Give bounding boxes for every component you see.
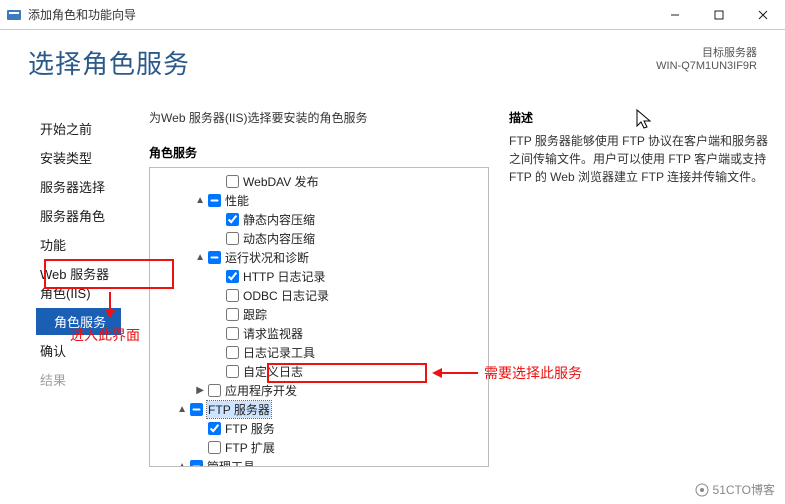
wizard-nav-item[interactable]: 功能 (36, 231, 121, 258)
target-server-block: 目标服务器 WIN-Q7M1UN3IF9R (656, 44, 757, 81)
wizard-nav-item[interactable]: 服务器选择 (36, 173, 121, 200)
tree-checkbox[interactable] (226, 270, 239, 283)
tree-checkbox[interactable] (208, 441, 221, 454)
tree-node[interactable]: 静态内容压缩 (158, 210, 488, 229)
title-bar: 添加角色和功能向导 (0, 0, 785, 30)
tree-node[interactable]: 动态内容压缩 (158, 229, 488, 248)
tree-label[interactable]: 跟踪 (243, 306, 267, 323)
wizard-nav-item[interactable]: 服务器角色 (36, 202, 121, 229)
tree-label[interactable]: 请求监视器 (243, 325, 303, 342)
collapse-icon[interactable]: ▲ (194, 252, 206, 263)
wizard-nav-item[interactable]: 安装类型 (36, 144, 121, 171)
tree-label[interactable]: 性能 (225, 192, 249, 209)
tree-label[interactable]: 运行状况和诊断 (225, 249, 309, 266)
annotation-arrow-nav (95, 290, 125, 320)
tree-node[interactable]: HTTP 日志记录 (158, 267, 488, 286)
tree-label[interactable]: FTP 服务 (225, 420, 275, 437)
tree-label[interactable]: 日志记录工具 (243, 344, 315, 361)
tree-node[interactable]: WebDAV 发布 (158, 172, 488, 191)
tree-label[interactable]: HTTP 日志记录 (243, 268, 325, 285)
maximize-button[interactable] (697, 0, 741, 30)
tree-node[interactable]: ▲ 性能 (158, 191, 488, 210)
tree-checkbox[interactable] (226, 365, 239, 378)
minimize-button[interactable] (653, 0, 697, 30)
tree-label[interactable]: ODBC 日志记录 (243, 287, 329, 304)
tree-label[interactable]: 管理工具 (207, 458, 255, 467)
role-services-tree[interactable]: WebDAV 发布 ▲ 性能静态内容压缩动态内容压缩 ▲ 运行状况和诊断 HTTP 日志记… (149, 167, 489, 467)
tree-checkbox[interactable] (226, 289, 239, 302)
annotation-text-ftp: 需要选择此服务 (484, 363, 582, 383)
page-title: 选择角色服务 (28, 44, 190, 81)
collapse-icon[interactable]: ▲ (194, 195, 206, 206)
watermark-text: 51CTO博客 (713, 481, 775, 498)
watermark: 51CTO博客 (695, 481, 775, 498)
tree-checkbox[interactable] (190, 403, 203, 416)
roles-label: 角色服务 (149, 144, 489, 161)
tree-node[interactable]: ▲ FTP 服务器 (158, 400, 488, 419)
expand-icon[interactable]: ▶ (194, 385, 206, 396)
tree-checkbox[interactable] (208, 251, 221, 264)
tree-node[interactable]: ▲ 管理工具 (158, 457, 488, 467)
tree-node[interactable]: ▶ 应用程序开发 (158, 381, 488, 400)
tree-node[interactable]: FTP 扩展 (158, 438, 488, 457)
tree-checkbox[interactable] (226, 213, 239, 226)
annotation-arrow-ftp (430, 365, 480, 381)
tree-label[interactable]: 静态内容压缩 (243, 211, 315, 228)
annotation-text-nav: 进入此界面 (70, 325, 140, 345)
tree-checkbox[interactable] (208, 194, 221, 207)
tree-checkbox[interactable] (226, 232, 239, 245)
collapse-icon[interactable]: ▲ (176, 461, 188, 467)
wizard-header: 选择角色服务 目标服务器 WIN-Q7M1UN3IF9R (0, 30, 785, 91)
tree-label[interactable]: 自定义日志 (243, 363, 303, 380)
app-icon (6, 7, 22, 23)
tree-node[interactable]: 跟踪 (158, 305, 488, 324)
tree-label[interactable]: WebDAV 发布 (243, 173, 319, 190)
tree-checkbox[interactable] (208, 422, 221, 435)
tree-checkbox[interactable] (190, 460, 203, 467)
tree-label[interactable]: 应用程序开发 (225, 382, 297, 399)
tree-node[interactable]: FTP 服务 (158, 419, 488, 438)
tree-node[interactable]: 请求监视器 (158, 324, 488, 343)
wizard-nav-item[interactable]: 开始之前 (36, 115, 121, 142)
tree-label[interactable]: FTP 扩展 (225, 439, 275, 456)
tree-label[interactable]: FTP 服务器 (207, 401, 271, 418)
collapse-icon[interactable]: ▲ (176, 404, 188, 415)
target-server-label: 目标服务器 (656, 44, 757, 60)
tree-node[interactable]: ODBC 日志记录 (158, 286, 488, 305)
close-button[interactable] (741, 0, 785, 30)
tree-checkbox[interactable] (226, 346, 239, 359)
wizard-nav-item: 结果 (36, 366, 121, 393)
tree-node[interactable]: ▲ 运行状况和诊断 (158, 248, 488, 267)
cursor-icon (635, 108, 653, 130)
tree-checkbox[interactable] (226, 327, 239, 340)
tree-label[interactable]: 动态内容压缩 (243, 230, 315, 247)
instruction-text: 为Web 服务器(IIS)选择要安装的角色服务 (149, 109, 489, 126)
description-text: FTP 服务器能够使用 FTP 协议在客户端和服务器之间传输文件。用户可以使用 … (509, 132, 775, 186)
tree-checkbox[interactable] (226, 175, 239, 188)
tree-checkbox[interactable] (226, 308, 239, 321)
window-title: 添加角色和功能向导 (28, 6, 136, 23)
tree-checkbox[interactable] (208, 384, 221, 397)
tree-node[interactable]: 日志记录工具 (158, 343, 488, 362)
target-server-name: WIN-Q7M1UN3IF9R (656, 60, 757, 72)
